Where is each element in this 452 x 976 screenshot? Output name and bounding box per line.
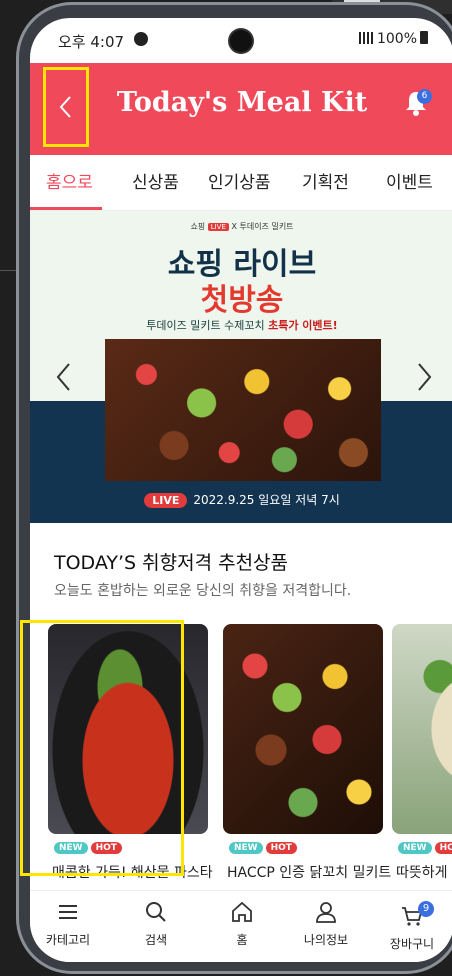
phone-screen: 오후 4:07 100% Today's Meal Kit 6 홈으로 신상품 … bbox=[30, 18, 452, 962]
new-badge: NEW bbox=[54, 842, 88, 854]
cart-badge: 9 bbox=[418, 901, 434, 917]
product-name: HACCP 인증 닭꼬치 밀키트 bbox=[227, 865, 392, 881]
nav-search[interactable]: 검색 bbox=[120, 899, 192, 948]
banner-tag-right: X 투데이즈 밀키트 bbox=[231, 222, 294, 231]
signal-icon bbox=[358, 32, 373, 44]
skewer-photo bbox=[105, 339, 381, 481]
live-badge: LIVE bbox=[144, 493, 188, 508]
status-time: 오후 4:07 bbox=[58, 33, 125, 51]
search-icon bbox=[146, 902, 166, 922]
nav-label: 카테고리 bbox=[45, 933, 91, 947]
battery-icon bbox=[420, 31, 428, 44]
broadcast-date: 2022.9.25 일요일 저녁 7시 bbox=[193, 493, 340, 507]
tab-new[interactable]: 신상품 bbox=[132, 155, 179, 211]
banner-tag-live: LIVE bbox=[207, 223, 229, 231]
nav-label: 나의정보 bbox=[303, 933, 349, 947]
app-title: Today's Meal Kit bbox=[116, 87, 368, 118]
banner-tag: 쇼핑 LIVE X 투데이즈 밀키트 bbox=[30, 221, 452, 232]
home-icon bbox=[232, 901, 252, 922]
product-badges: NEW HOT bbox=[54, 842, 122, 854]
new-badge: NEW bbox=[398, 842, 432, 854]
front-camera bbox=[230, 30, 252, 52]
hot-badge: HOT bbox=[434, 842, 452, 854]
tab-home[interactable]: 홈으로 bbox=[46, 155, 93, 211]
status-bar: 오후 4:07 100% bbox=[30, 18, 452, 60]
nav-category[interactable]: 카테고리 bbox=[32, 899, 104, 948]
category-tabs: 홈으로 신상품 인기상품 기획전 이벤트 bbox=[30, 155, 452, 211]
product-image-skewer bbox=[223, 624, 383, 834]
banner-tag-left: 쇼핑 bbox=[190, 222, 206, 231]
notification-badge: 6 bbox=[417, 89, 432, 104]
tab-event[interactable]: 이벤트 bbox=[386, 155, 433, 211]
product-image-noodle bbox=[392, 624, 452, 834]
tab-popular[interactable]: 인기상품 bbox=[208, 155, 271, 211]
promo-banner[interactable]: 쇼핑 LIVE X 투데이즈 밀키트 쇼핑 라이브 첫방송 투데이즈 밀키트 수… bbox=[30, 211, 452, 523]
chevron-left-icon bbox=[56, 363, 70, 391]
banner-subtitle-bold: 초특가 이벤트! bbox=[268, 319, 338, 332]
status-right: 100% bbox=[358, 31, 428, 47]
active-tab-indicator bbox=[30, 207, 102, 210]
nav-profile[interactable]: 나의정보 bbox=[290, 899, 362, 948]
product-badges: NEW HOT bbox=[229, 842, 297, 854]
banner-title-accent: 첫방송 bbox=[200, 283, 284, 318]
new-badge: NEW bbox=[229, 842, 263, 854]
section-subtitle: 오늘도 혼밥하는 외로운 당신의 취향을 저격합니다. bbox=[54, 583, 352, 599]
nav-home[interactable]: 홈 bbox=[206, 899, 278, 948]
battery-percent: 100% bbox=[376, 31, 417, 47]
banner-next-button[interactable] bbox=[414, 361, 434, 393]
nav-label: 홈 bbox=[236, 933, 248, 947]
banner-subtitle-text: 투데이즈 밀키트 수제꼬치 bbox=[146, 319, 265, 332]
product-card[interactable]: NEW HOT 따뜻하게 bbox=[392, 624, 452, 884]
product-card[interactable]: NEW HOT HACCP 인증 닭꼬치 밀키트 bbox=[223, 624, 391, 884]
banner-date: LIVE 2022.9.25 일요일 저녁 7시 bbox=[30, 491, 452, 508]
nav-cart[interactable]: 9 장바구니 bbox=[376, 901, 448, 952]
banner-prev-button[interactable] bbox=[54, 361, 74, 393]
nav-label: 검색 bbox=[144, 933, 168, 947]
product-image-pasta bbox=[48, 624, 208, 834]
product-name: 따뜻하게 bbox=[396, 865, 448, 881]
app-notification-icon bbox=[134, 32, 148, 46]
section-title: TODAY’S 취향저격 추천상품 bbox=[54, 552, 289, 574]
hot-badge: HOT bbox=[90, 842, 122, 854]
hot-badge: HOT bbox=[265, 842, 297, 854]
app-header: Today's Meal Kit 6 bbox=[30, 63, 452, 155]
tab-special[interactable]: 기획전 bbox=[302, 155, 349, 211]
bottom-nav: 카테고리 검색 홈 나의정보 9 장바구니 bbox=[30, 890, 452, 962]
notification-button[interactable]: 6 bbox=[404, 89, 432, 121]
menu-icon bbox=[59, 905, 77, 919]
chevron-right-icon bbox=[418, 363, 432, 391]
user-icon bbox=[316, 902, 336, 923]
nav-label: 장바구니 bbox=[389, 937, 435, 951]
product-name: 매콤한 가득! 해산물 파스타 bbox=[52, 865, 213, 881]
product-badges: NEW HOT bbox=[398, 842, 452, 854]
product-card[interactable]: NEW HOT 매콤한 가득! 해산물 파스타 bbox=[48, 624, 213, 884]
banner-subtitle: 투데이즈 밀키트 수제꼬치 초특가 이벤트! bbox=[30, 317, 452, 333]
